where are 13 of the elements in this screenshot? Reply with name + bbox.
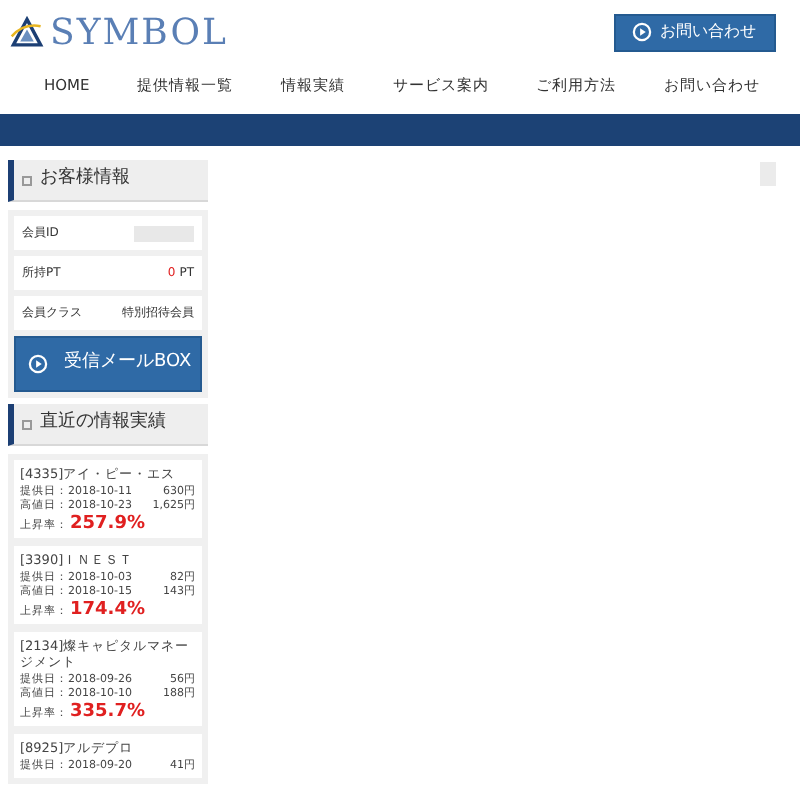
section-title: 直近の情報実績 (40, 410, 166, 437)
play-icon (632, 22, 652, 42)
rate-value: 257.9% (70, 514, 145, 534)
section-title: お客様情報 (40, 166, 130, 193)
play-icon (28, 354, 48, 374)
rate-value: 174.4% (70, 600, 145, 620)
mail-box-button[interactable]: 受信メールBOX (14, 336, 202, 392)
logo-icon (10, 15, 44, 49)
square-icon (22, 419, 32, 429)
square-icon (22, 175, 32, 185)
contact-button[interactable]: お問い合わせ (614, 13, 776, 51)
logo-text: SYMBOL (50, 9, 228, 57)
rate-value: 335.7% (70, 702, 145, 722)
